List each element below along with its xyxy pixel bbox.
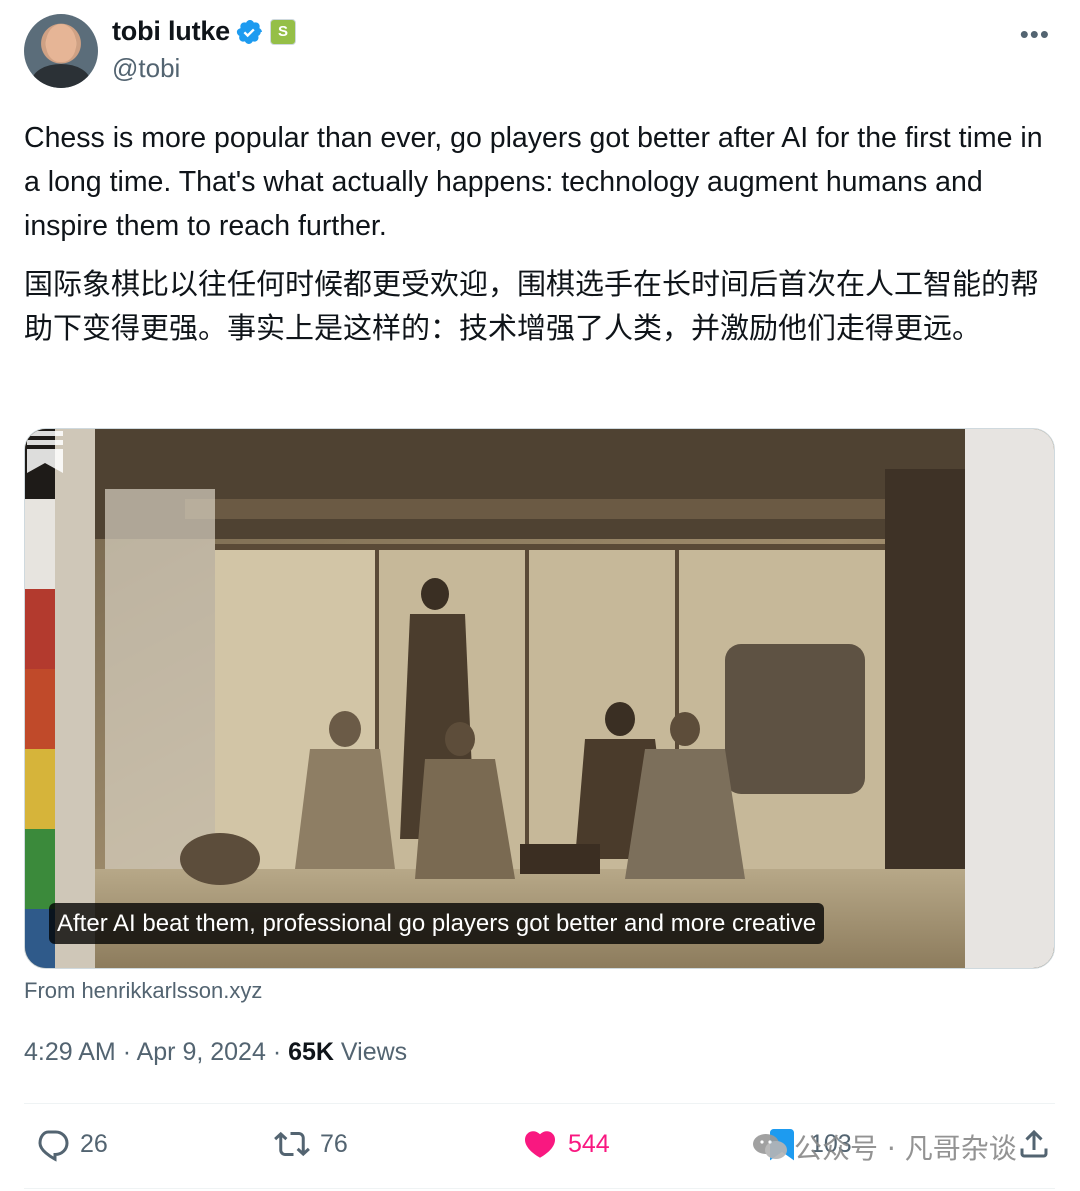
divider xyxy=(24,1188,1055,1189)
user-handle[interactable]: @tobi xyxy=(112,53,180,84)
card-source-link[interactable]: From henrikkarlsson.xyz xyxy=(24,978,262,1004)
like-button[interactable]: 544 xyxy=(522,1126,610,1162)
more-options-icon[interactable]: ••• xyxy=(1020,21,1050,47)
watermark: 公众号 · 凡哥杂谈 xyxy=(752,1127,1017,1167)
card-photo xyxy=(25,429,1054,968)
tweet-meta: 4:29 AM · Apr 9, 2024 · 65K Views xyxy=(24,1038,407,1067)
heart-icon xyxy=(524,1131,556,1158)
shopify-badge-icon[interactable]: S xyxy=(270,18,296,45)
share-button[interactable] xyxy=(1016,1126,1052,1162)
watermark-text: 公众号 · 凡哥杂谈 xyxy=(794,1132,1017,1165)
tweet-text-zh: 国际象棋比以往任何时候都更受欢迎，围棋选手在长时间后首次在人工智能的帮助下变得更… xyxy=(24,267,1040,345)
display-name[interactable]: tobi lutke xyxy=(112,16,230,47)
reply-count: 26 xyxy=(80,1129,108,1158)
divider xyxy=(24,1103,1055,1104)
views-label: Views xyxy=(340,1038,408,1066)
views-count: 65K xyxy=(288,1038,334,1066)
repost-button[interactable]: 76 xyxy=(274,1126,348,1162)
meta-separator: · xyxy=(122,1038,132,1066)
reply-icon xyxy=(38,1130,69,1162)
name-row: tobi lutke S xyxy=(112,16,296,47)
verified-badge-icon xyxy=(236,19,262,44)
card-caption: After AI beat them, professional go play… xyxy=(49,903,825,944)
tweet-time[interactable]: 4:29 AM xyxy=(24,1038,116,1066)
tweet-header: tobi lutke S @tobi ••• xyxy=(24,12,1056,92)
tweet-text-en: Chess is more popular than ever, go play… xyxy=(24,122,1043,242)
meta-separator: · xyxy=(272,1038,282,1066)
reply-button[interactable]: 26 xyxy=(34,1126,108,1162)
wechat-logo-icon xyxy=(753,1134,787,1159)
like-count: 544 xyxy=(568,1129,610,1158)
share-icon xyxy=(1020,1129,1048,1158)
repost-count: 76 xyxy=(320,1129,348,1158)
bookmark-icon[interactable] xyxy=(25,429,65,475)
link-card[interactable]: After AI beat them, professional go play… xyxy=(24,428,1055,969)
avatar[interactable] xyxy=(24,14,98,88)
tweet-date[interactable]: Apr 9, 2024 xyxy=(137,1038,266,1066)
repost-icon xyxy=(274,1131,310,1157)
